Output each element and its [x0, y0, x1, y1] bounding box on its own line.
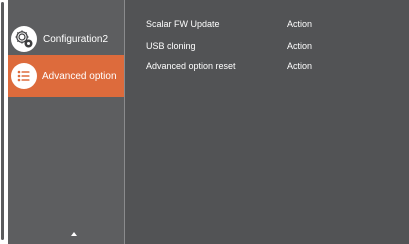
sidebar-menu: Configuration2 Advanced option — [8, 0, 125, 244]
sidebar-item-advanced-option[interactable]: Advanced option — [8, 55, 124, 97]
sidebar-item-configuration2[interactable]: Configuration2 — [8, 18, 124, 60]
list-icon — [11, 63, 37, 89]
settings-panel: Scalar FW Update Action USB cloning Acti… — [125, 0, 409, 244]
setting-label: USB cloning — [146, 41, 196, 51]
setting-row-scalar-fw-update[interactable]: Scalar FW Update Action — [125, 19, 409, 33]
left-edge-bar — [1, 2, 4, 240]
gear-icon — [11, 26, 37, 52]
setting-action[interactable]: Action — [287, 19, 312, 29]
setting-row-advanced-option-reset[interactable]: Advanced option reset Action — [125, 61, 409, 75]
setting-row-usb-cloning[interactable]: USB cloning Action — [125, 41, 409, 55]
sidebar-item-label: Advanced option — [42, 70, 117, 82]
sidebar-item-label: Configuration2 — [43, 33, 109, 45]
scroll-up-icon[interactable] — [71, 232, 77, 236]
setting-action[interactable]: Action — [287, 61, 312, 71]
setting-label: Scalar FW Update — [146, 19, 220, 29]
osd-window: Configuration2 Advanced option Scalar FW… — [0, 0, 409, 244]
setting-action[interactable]: Action — [287, 41, 312, 51]
setting-label: Advanced option reset — [146, 61, 236, 71]
